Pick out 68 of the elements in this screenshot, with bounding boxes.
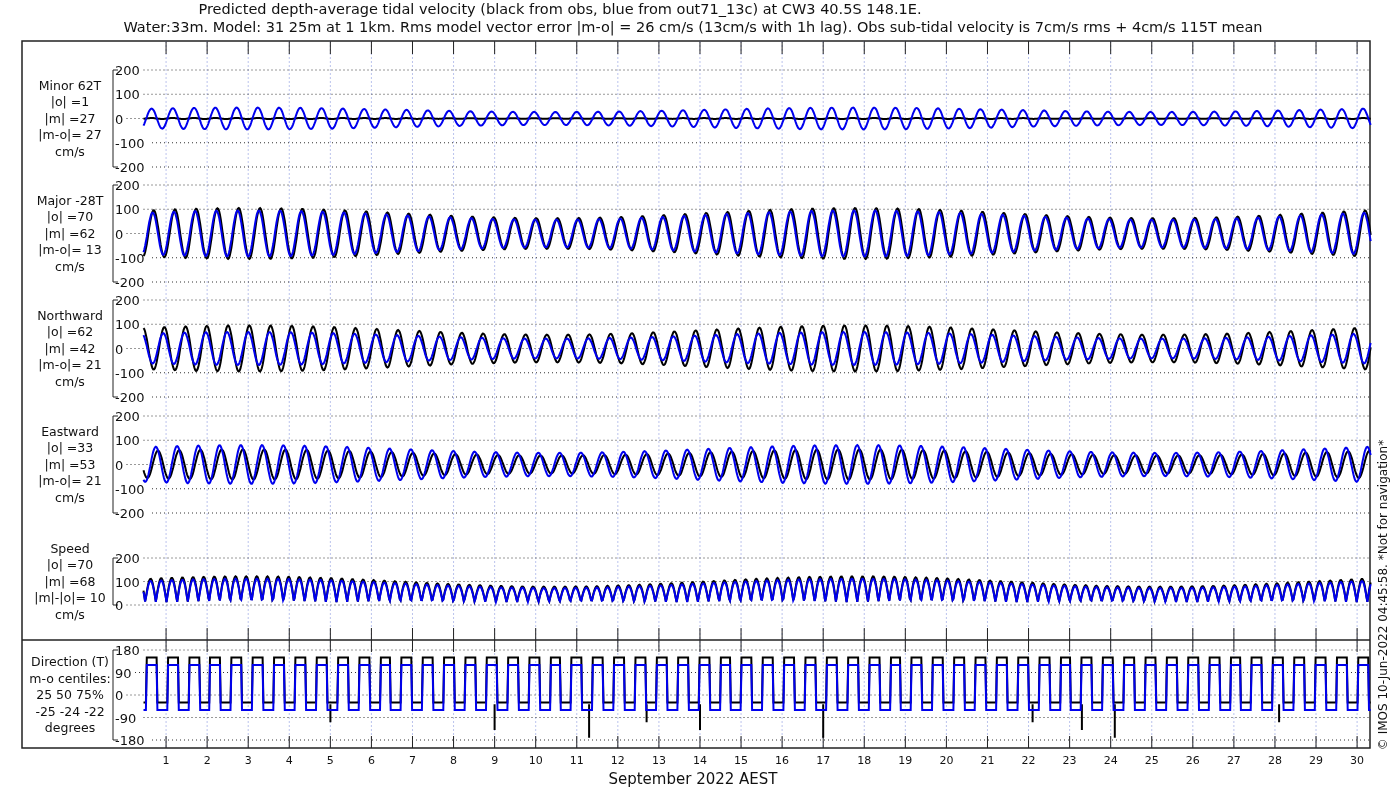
axis-tick-label: 17 — [816, 754, 831, 767]
credit-text: © IMOS 10-Jun-2022 04:45:58. *Not for navigation* — [1376, 439, 1390, 751]
axis-tick-label: 7 — [409, 754, 416, 767]
panel-label: Major -28T |o| =70 |m| =62 |m-o|= 13 cm/s — [36, 192, 104, 274]
axis-tick-label: -100 — [115, 365, 145, 381]
axis-tick-label: -200 — [115, 275, 145, 290]
axis-tick-label: 200 — [115, 293, 140, 308]
axis-tick-label: 19 — [898, 754, 913, 767]
axis-tick-label: 3 — [244, 754, 252, 767]
axis-tick-label: 200 — [115, 178, 140, 193]
axis-tick-label: 13 — [651, 754, 666, 767]
axis-tick-label: 14 — [693, 754, 707, 767]
axis-tick-label: 12 — [610, 754, 625, 767]
axis-tick-label: 100 — [115, 202, 140, 218]
axis-tick-label: 2 — [203, 754, 211, 767]
axis-tick-label: 100 — [115, 574, 140, 590]
axis-tick-label: 0 — [115, 111, 124, 127]
panel-label: Northward |o| =62 |m| =42 |m-o|= 21 cm/s — [37, 307, 103, 389]
axis-tick-label: 27 — [1226, 754, 1241, 767]
axis-tick-label: -180 — [115, 733, 145, 748]
axis-tick-label: 0 — [115, 226, 124, 242]
axis-tick-label: 100 — [115, 433, 140, 449]
axis-tick-label: -100 — [115, 481, 145, 497]
chart-title: Predicted depth-average tidal velocity (black from obs, blue from out71_13c) at CW3 40.5S 148.1E. — [198, 1, 922, 17]
axis-tick-label: 30 — [1350, 754, 1365, 767]
panel-label: Eastward |o| =33 |m| =53 |m-o|= 21 cm/s — [38, 423, 102, 505]
axis-tick-label: -100 — [115, 135, 145, 151]
axis-tick-label: 0 — [115, 457, 124, 473]
axis-tick-label: 15 — [734, 754, 749, 767]
axis-tick-label: 0 — [115, 688, 124, 703]
axis-tick-label: 11 — [569, 754, 584, 767]
x-axis-title: September 2022 AEST — [608, 770, 778, 788]
axis-tick-label: 25 — [1144, 754, 1159, 767]
axis-tick-label: 100 — [115, 87, 140, 103]
axis-tick-label: 200 — [115, 409, 140, 424]
axis-tick-label: 28 — [1267, 754, 1282, 767]
axis-tick-label: -90 — [115, 710, 137, 726]
axis-tick-label: 4 — [285, 754, 293, 767]
axis-tick-label: 20 — [939, 754, 954, 767]
chart-title: Water:33m. Model: 31 25m at 1 1km. Rms model vector error |m-o| = 26 cm/s (13cm/s with 1h lag). Obs sub-tidal velocity is 7cm/s rms + 4cm/s 115T mean — [123, 19, 1263, 35]
axis-tick-label: 90 — [115, 665, 132, 681]
axis-tick-label: -200 — [115, 506, 145, 521]
axis-tick-label: 18 — [857, 754, 872, 767]
axis-tick-label: 180 — [115, 643, 140, 658]
axis-tick-label: 22 — [1021, 754, 1036, 767]
axis-tick-label: 16 — [775, 754, 790, 767]
axis-tick-label: 100 — [115, 317, 140, 333]
panel-label: Minor 62T |o| =1 |m| =27 |m-o|= 27 cm/s — [38, 77, 102, 159]
axis-tick-label: 0 — [115, 341, 124, 357]
panel-label: Direction (T) m-o centiles: 25 50 75% -25 -24 -22 degrees — [29, 654, 111, 735]
axis-tick-label: 24 — [1103, 754, 1118, 767]
axis-tick-label: -100 — [115, 250, 145, 266]
axis-tick-label: 0 — [115, 598, 124, 613]
axis-tick-label: 6 — [367, 754, 375, 767]
axis-tick-label: 1 — [162, 754, 170, 767]
panel-label: Speed |o| =70 |m| =68 |m|-|o|= 10 cm/s — [34, 540, 106, 622]
axis-tick-label: 9 — [491, 754, 499, 767]
axis-tick-label: 8 — [450, 754, 458, 767]
axis-tick-label: 21 — [980, 754, 995, 767]
axis-tick-label: -200 — [115, 390, 145, 405]
axis-tick-label: 10 — [528, 754, 543, 767]
axis-tick-label: -200 — [115, 160, 145, 175]
axis-tick-label: 23 — [1062, 754, 1077, 767]
axis-tick-label: 200 — [115, 551, 140, 566]
axis-tick-label: 26 — [1185, 754, 1200, 767]
axis-tick-label: 200 — [115, 63, 140, 78]
axis-tick-label: 29 — [1309, 754, 1324, 767]
axis-tick-label: 5 — [326, 754, 334, 767]
